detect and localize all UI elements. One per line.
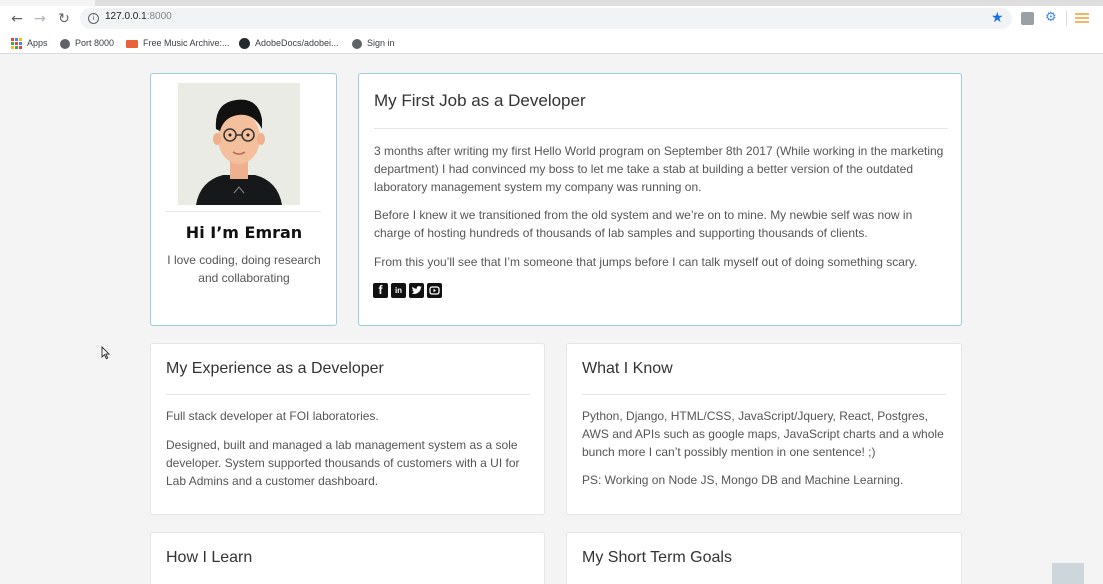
address-bar[interactable]: i 127.0.0.1:8000 ★ <box>80 8 1012 29</box>
youtube-icon[interactable] <box>427 283 442 298</box>
extension-gear-icon[interactable]: ⚙ <box>1045 11 1058 24</box>
url-text[interactable]: 127.0.0.1:8000 <box>105 11 172 22</box>
bookmark-label: Port 8000 <box>75 38 115 48</box>
forward-arrow-icon[interactable]: → <box>31 10 49 28</box>
bookmark-sign-in[interactable]: Sign in <box>352 36 395 50</box>
extension-menu-icon[interactable] <box>1075 13 1089 23</box>
profile-bio: I love coding, doing research and collab… <box>167 253 321 285</box>
how-i-learn-card: How I Learn <box>150 532 545 584</box>
globe-icon <box>60 38 70 49</box>
site-info-icon[interactable]: i <box>88 13 99 24</box>
url-host: 127.0.0.1 <box>105 11 147 22</box>
experience-title: My Experience as a Developer <box>166 360 384 377</box>
toolbar-separator <box>1066 11 1067 26</box>
bookmark-label: Apps <box>27 38 48 48</box>
first-job-paragraph-2: Before I knew it we transitioned from th… <box>374 208 913 240</box>
what-i-know-paragraph-1: Python, Django, HTML/CSS, JavaScript/Jqu… <box>582 409 944 459</box>
fma-icon <box>126 39 138 48</box>
bookmark-label: Free Music Archive:... <box>143 38 230 48</box>
corner-thumbnail <box>1052 563 1084 584</box>
bookmarks-bar: Apps Port 8000 Free Music Archive:... Ad… <box>0 32 1103 54</box>
first-job-paragraph-3: From this you’ll see that I’m someone th… <box>374 255 918 269</box>
reload-icon[interactable]: ↻ <box>55 10 73 28</box>
linkedin-icon[interactable]: in <box>391 283 406 298</box>
profile-divider <box>166 211 321 212</box>
experience-paragraph-1: Full stack developer at FOI laboratories… <box>166 409 379 423</box>
first-job-paragraph-1: 3 months after writing my first Hello Wo… <box>374 144 944 194</box>
what-i-know-paragraph-2: PS: Working on Node JS, Mongo DB and Mac… <box>582 473 904 487</box>
twitter-icon[interactable] <box>409 283 424 298</box>
short-term-goals-card: My Short Term Goals <box>566 532 962 584</box>
facebook-icon[interactable]: f <box>373 283 388 298</box>
bookmark-apps[interactable]: Apps <box>11 36 48 50</box>
bookmark-label: Sign in <box>367 38 395 48</box>
url-port: :8000 <box>146 11 172 22</box>
what-i-know-title: What I Know <box>582 360 673 377</box>
bookmark-port-8000[interactable]: Port 8000 <box>60 36 114 50</box>
first-job-divider <box>374 128 948 129</box>
globe-icon <box>352 38 362 49</box>
profile-card: Hi I’m Emran I love coding, doing resear… <box>150 73 337 326</box>
what-i-know-divider <box>582 394 946 395</box>
profile-avatar <box>178 83 300 205</box>
bookmark-free-music-archive[interactable]: Free Music Archive:... <box>126 36 230 50</box>
experience-card: My Experience as a Developer Full stack … <box>150 343 545 515</box>
first-job-title: My First Job as a Developer <box>374 91 586 110</box>
first-job-card: My First Job as a Developer 3 months aft… <box>358 73 962 326</box>
what-i-know-card: What I Know Python, Django, HTML/CSS, Ja… <box>566 343 962 515</box>
avatar-illustration <box>178 83 300 205</box>
mouse-cursor-icon <box>101 346 110 360</box>
browser-toolbar: ← → ↻ i 127.0.0.1:8000 ★ ⚙ <box>0 6 1103 32</box>
profile-greeting: Hi I’m Emran <box>185 223 303 242</box>
apps-grid-icon <box>11 38 22 50</box>
github-icon <box>239 38 250 50</box>
bookmark-star-icon[interactable]: ★ <box>991 8 1004 28</box>
extension-icon[interactable] <box>1021 12 1034 25</box>
experience-paragraph-2: Designed, built and managed a lab manage… <box>166 438 520 488</box>
bookmark-adobedocs[interactable]: AdobeDocs/adobei... <box>239 36 339 50</box>
short-term-goals-title: My Short Term Goals <box>582 549 732 566</box>
how-i-learn-title: How I Learn <box>166 549 253 566</box>
back-arrow-icon[interactable]: ← <box>8 10 26 28</box>
experience-divider <box>166 394 530 395</box>
bookmark-label: AdobeDocs/adobei... <box>255 38 339 48</box>
